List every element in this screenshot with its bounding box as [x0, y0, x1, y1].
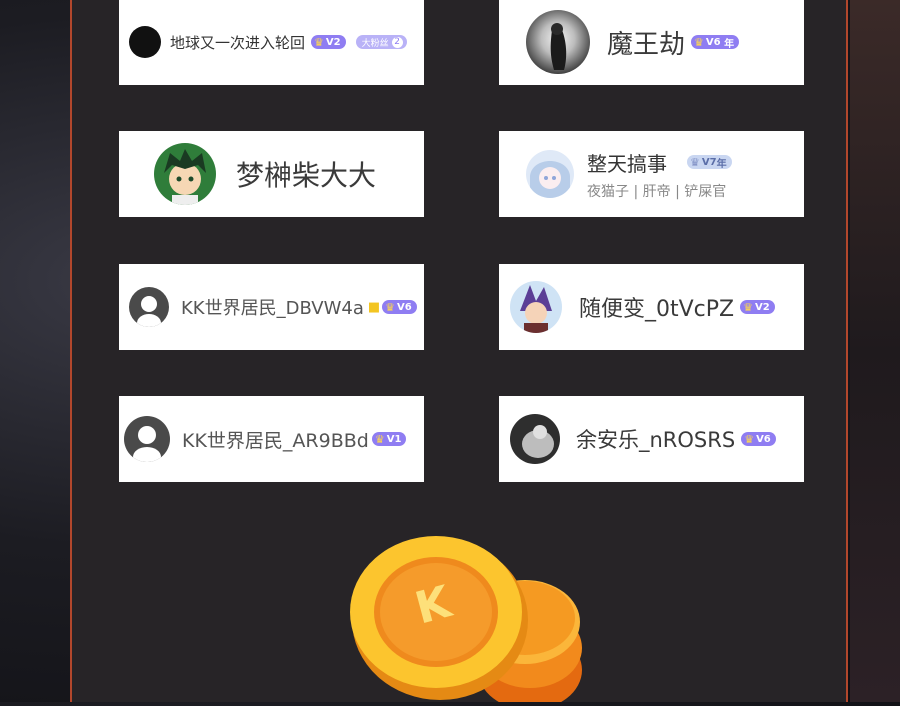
anime-boy-avatar-icon [164, 149, 206, 205]
vip-level-badge: ♛ V1 [371, 432, 407, 446]
avatar [129, 26, 161, 58]
vip-level-badge: ♛ V2 [740, 300, 775, 314]
background-right [850, 0, 900, 702]
user-name: 随便变_0tVcPZ [579, 297, 735, 322]
user-name: 魔王劫 [607, 29, 686, 60]
anime-girl-avatar-icon [530, 161, 570, 198]
crown-icon: ♛ [374, 432, 385, 446]
crown-icon: ♛ [743, 300, 753, 314]
default-user-avatar-icon [133, 426, 161, 462]
crown-icon: ♛ [694, 35, 704, 49]
fan-badge: 大粉丝 2 [355, 35, 407, 49]
user-card[interactable]: 魔王劫 ♛ V6 年 [499, 0, 804, 85]
ghost-figure-icon [550, 23, 567, 70]
vip-level-badge: ♛ V6 [382, 300, 417, 314]
user-card[interactable]: KK世界居民_DBVW4a ■ ♛ V6 [119, 264, 424, 350]
avatar [526, 150, 574, 198]
user-card[interactable]: 整天搞事 ♛ V7 年 夜猫子 | 肝帝 | 铲屎官 [499, 131, 804, 217]
default-user-avatar-icon [137, 296, 161, 327]
user-name: 梦榊柴大大 [236, 159, 377, 192]
crown-icon: ♛ [744, 432, 755, 446]
user-name: 整天搞事 [587, 151, 667, 176]
avatar [510, 281, 562, 333]
user-card[interactable]: KK世界居民_AR9BBd ♛ V1 [119, 396, 424, 482]
user-name: 地球又一次进入轮回 [170, 33, 306, 52]
avatar [154, 143, 216, 205]
avatar [526, 10, 590, 74]
user-name: 余安乐_nROSRS [576, 428, 736, 452]
user-card[interactable]: 地球又一次进入轮回 ♛ V2 大粉丝 2 [119, 0, 424, 85]
k-coin-stack-icon: K [340, 530, 600, 706]
user-card[interactable]: 随便变_0tVcPZ ♛ V2 [499, 264, 804, 350]
crown-icon: ♛ [314, 35, 324, 49]
crown-icon: ♛ [690, 155, 700, 169]
user-name: KK世界居民_DBVW4a [181, 298, 364, 319]
vip-level-badge: ♛ V7 年 [687, 155, 732, 170]
photo-avatar-icon [522, 425, 554, 458]
vip-level-badge: ♛ V6 [741, 432, 776, 446]
avatar [510, 414, 560, 464]
user-info: 整天搞事 ♛ V7 年 夜猫子 | 肝帝 | 铲屎官 [587, 148, 732, 201]
avatar [124, 416, 170, 462]
anime-character-avatar-icon [520, 285, 552, 333]
vip-level-badge: ♛ V6 年 [691, 35, 740, 50]
avatar [129, 287, 169, 327]
user-tags: 夜猫子 | 肝帝 | 铲屎官 [587, 183, 727, 200]
user-card[interactable]: 余安乐_nROSRS ♛ V6 [499, 396, 804, 482]
user-card[interactable]: 梦榊柴大大 [119, 131, 424, 217]
vip-level-badge: ♛ V2 [311, 35, 346, 49]
emoji-badge-icon: ■ [367, 299, 381, 315]
crown-icon: ♛ [385, 300, 396, 314]
user-name: KK世界居民_AR9BBd [182, 429, 369, 452]
